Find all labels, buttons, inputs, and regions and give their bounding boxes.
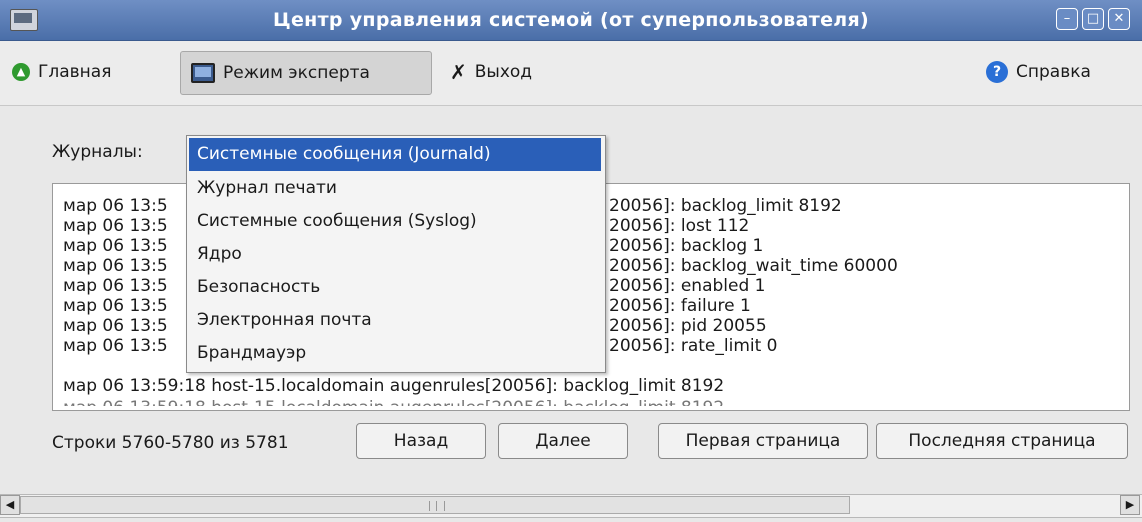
log-line-right: 20056]: failure 1	[609, 296, 751, 316]
help-button[interactable]: ? Справка	[976, 51, 1101, 93]
log-line-left: мар 06 13:5	[63, 316, 168, 336]
journal-option-print[interactable]: Журнал печати	[189, 172, 601, 205]
log-line-right: 20056]: backlog_wait_time 60000	[609, 256, 898, 276]
log-line-right: 20056]: enabled 1	[609, 276, 766, 296]
log-line-partial: мар 06 13:59:18 host-15.localdomain auge…	[63, 398, 725, 411]
home-arrow-icon: ▲	[12, 63, 30, 81]
journals-dropdown[interactable]: Системные сообщения (Journald) Журнал пе…	[186, 135, 606, 373]
log-line-full: мар 06 13:59:18 host-15.localdomain auge…	[63, 376, 725, 396]
minimize-button[interactable]: –	[1056, 8, 1078, 30]
title-bar: Центр управления системой (от суперпольз…	[0, 0, 1142, 41]
log-line-right: 20056]: pid 20055	[609, 316, 767, 336]
home-button[interactable]: ▲ Главная	[2, 51, 121, 93]
log-line-left: мар 06 13:5	[63, 336, 168, 356]
log-line-left: мар 06 13:5	[63, 296, 168, 316]
scroll-right-icon[interactable]: ▶	[1120, 495, 1140, 515]
back-button[interactable]: Назад	[356, 423, 486, 459]
horizontal-scrollbar[interactable]: ◀ ▶	[0, 494, 1142, 518]
journal-option-syslog[interactable]: Системные сообщения (Syslog)	[189, 205, 601, 238]
help-label: Справка	[1016, 62, 1091, 82]
next-button[interactable]: Далее	[498, 423, 628, 459]
journal-option-kernel[interactable]: Ядро	[189, 238, 601, 271]
window-title: Центр управления системой (от суперпольз…	[273, 9, 869, 31]
first-page-button[interactable]: Первая страница	[658, 423, 868, 459]
exit-x-icon: ✗	[450, 60, 467, 84]
log-line-right: 20056]: lost 112	[609, 216, 750, 236]
journal-option-mail[interactable]: Электронная почта	[189, 304, 601, 337]
home-label: Главная	[38, 62, 112, 82]
maximize-button[interactable]: □	[1082, 8, 1104, 30]
journals-label: Журналы:	[52, 142, 143, 162]
scroll-left-icon[interactable]: ◀	[0, 495, 20, 515]
log-line-right: 20056]: rate_limit 0	[609, 336, 778, 356]
expert-mode-button[interactable]: Режим эксперта	[180, 51, 432, 95]
close-button[interactable]: ✕	[1108, 8, 1130, 30]
scroll-thumb[interactable]	[20, 496, 850, 514]
log-line-right: 20056]: backlog 1	[609, 236, 764, 256]
toolbar: ▲ Главная Режим эксперта ✗ Выход ? Справ…	[0, 41, 1142, 106]
log-line-right: 20056]: backlog_limit 8192	[609, 196, 842, 216]
help-icon: ?	[986, 61, 1008, 83]
log-line-left: мар 06 13:5	[63, 256, 168, 276]
journal-option-security[interactable]: Безопасность	[189, 271, 601, 304]
expert-mode-label: Режим эксперта	[223, 63, 370, 83]
log-line-left: мар 06 13:5	[63, 216, 168, 236]
exit-button[interactable]: ✗ Выход	[440, 51, 542, 93]
exit-label: Выход	[474, 62, 533, 82]
log-line-left: мар 06 13:5	[63, 276, 168, 296]
rows-range-text: Строки 5760-5780 из 5781	[52, 433, 289, 453]
last-page-button[interactable]: Последняя страница	[876, 423, 1128, 459]
monitor-icon	[191, 63, 215, 83]
journal-option-journald[interactable]: Системные сообщения (Journald)	[189, 138, 601, 171]
scroll-grip-icon	[429, 501, 445, 511]
journal-option-firewall[interactable]: Брандмауэр	[189, 337, 601, 370]
log-line-left: мар 06 13:5	[63, 196, 168, 216]
log-line-left: мар 06 13:5	[63, 236, 168, 256]
